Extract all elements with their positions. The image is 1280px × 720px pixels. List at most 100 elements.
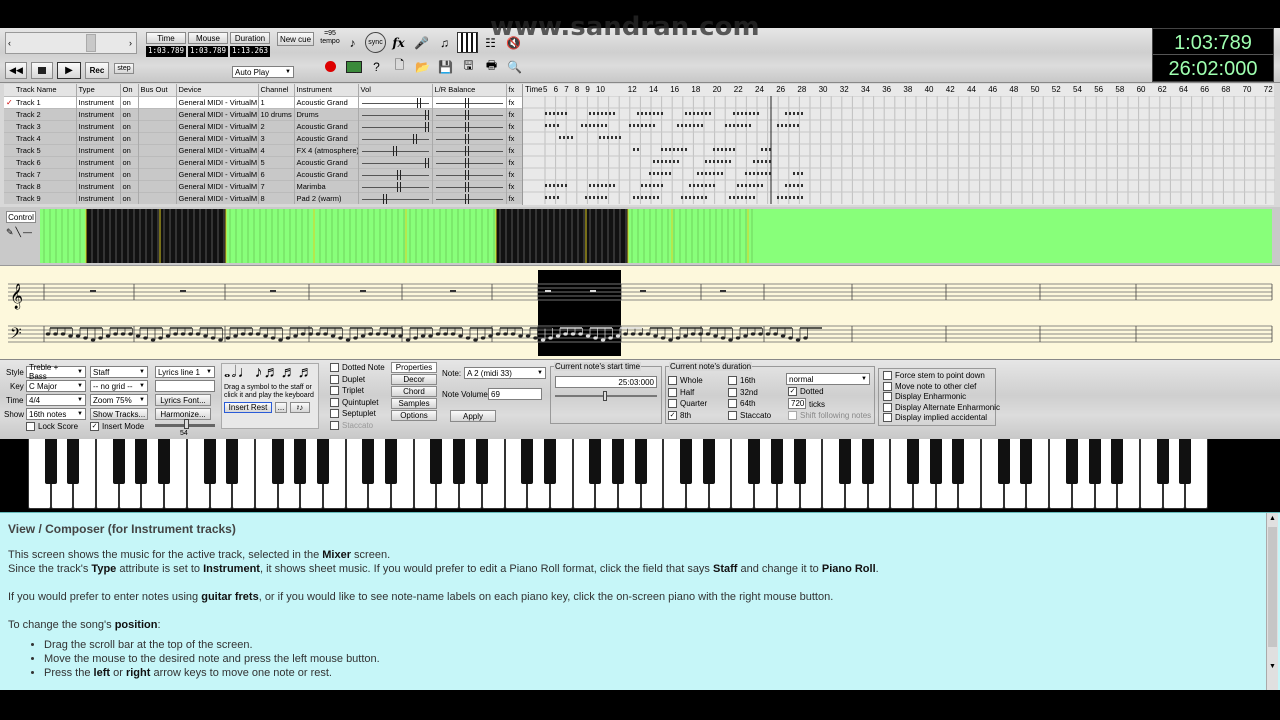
- bass-note-head[interactable]: [698, 332, 703, 336]
- bass-note-head[interactable]: [765, 332, 771, 336]
- track-bus-out[interactable]: [138, 108, 177, 120]
- bass-note-head[interactable]: [458, 334, 463, 338]
- bass-note-head[interactable]: [510, 332, 516, 336]
- staff-notation[interactable]: 𝄞𝄢: [0, 266, 1280, 360]
- track-row[interactable]: Track 3 Instrument on General MIDI - Virtua…: [4, 120, 522, 132]
- note-option-box[interactable]: [330, 409, 339, 419]
- track-on[interactable]: on: [120, 132, 139, 144]
- quarter-note-icon[interactable]: ♩: [237, 364, 253, 382]
- start-time-slider-thumb[interactable]: [603, 391, 607, 401]
- display-option[interactable]: Display Alternate Enharmonic: [883, 403, 1000, 414]
- stop-button[interactable]: [31, 62, 53, 79]
- bass-note-head[interactable]: [345, 338, 351, 342]
- bass-note-head[interactable]: [248, 332, 253, 336]
- bass-note-head[interactable]: [480, 336, 486, 340]
- track-row[interactable]: Track 4 Instrument on General MIDI - Virtua…: [4, 132, 522, 144]
- bass-note-head[interactable]: [623, 332, 628, 336]
- piano-black-key[interactable]: [793, 439, 806, 484]
- tempo-button[interactable]: =95 tempo: [319, 30, 341, 54]
- duration-option-box[interactable]: [728, 376, 737, 386]
- track-channel[interactable]: 10 drums: [258, 108, 295, 120]
- track-name-cell[interactable]: Track 7: [4, 168, 77, 180]
- speaker-icon[interactable]: 🔇: [503, 32, 524, 53]
- piano-black-key[interactable]: [907, 439, 919, 484]
- bass-note-head[interactable]: [330, 334, 336, 338]
- track-volume-slider[interactable]: [358, 192, 433, 204]
- bass-note-head[interactable]: [758, 332, 763, 336]
- piano-black-key[interactable]: [838, 439, 851, 484]
- bass-note-head[interactable]: [173, 332, 178, 336]
- bass-note-head[interactable]: [615, 334, 621, 338]
- track-volume-slider[interactable]: [358, 144, 433, 156]
- piano-black-key[interactable]: [929, 439, 942, 484]
- bass-note-head[interactable]: [315, 332, 321, 336]
- track-channel[interactable]: 5: [258, 156, 295, 168]
- track-type[interactable]: Instrument: [76, 180, 121, 192]
- track-instrument[interactable]: Acoustic Grand: [294, 120, 359, 132]
- piano-black-key[interactable]: [702, 439, 715, 484]
- col-on[interactable]: On: [120, 84, 139, 96]
- bass-note-head[interactable]: [570, 332, 576, 336]
- on-screen-piano[interactable]: [28, 439, 1208, 511]
- piano-black-key[interactable]: [362, 439, 375, 484]
- display-option[interactable]: Display Enharmonic: [883, 392, 991, 403]
- rewind-button[interactable]: ◀◀: [5, 62, 27, 79]
- volume-thumb[interactable]: [424, 121, 429, 132]
- control-button[interactable]: Control: [6, 211, 36, 223]
- bass-note-head[interactable]: [150, 338, 156, 342]
- track-name-cell[interactable]: Track 8: [4, 180, 77, 192]
- new-file-icon[interactable]: 🗋: [389, 56, 410, 77]
- track-fx[interactable]: fx: [506, 96, 522, 108]
- shift-following-checkbox[interactable]: Shift following notes: [788, 411, 871, 421]
- track-instrument[interactable]: Acoustic Grand: [294, 168, 359, 180]
- piano-black-key[interactable]: [203, 439, 216, 484]
- track-on[interactable]: on: [120, 144, 139, 156]
- piano-black-key[interactable]: [158, 439, 171, 484]
- display-option-box[interactable]: [883, 381, 892, 391]
- panel-tab[interactable]: Properties: [391, 362, 437, 373]
- track-row[interactable]: Track 6 Instrument on General MIDI - Virtua…: [4, 156, 522, 168]
- rest-symbols-button[interactable]: 𝄽♪: [290, 402, 310, 413]
- track-channel[interactable]: 8: [258, 192, 295, 204]
- piano-black-key[interactable]: [475, 439, 488, 484]
- bass-note-head[interactable]: [195, 332, 201, 336]
- track-balance-slider[interactable]: [432, 144, 507, 156]
- track-balance-slider[interactable]: [432, 168, 507, 180]
- zoom-icon[interactable]: 🔍: [504, 56, 525, 77]
- bass-note-head[interactable]: [135, 334, 141, 338]
- bass-note-head[interactable]: [645, 332, 651, 336]
- more-button[interactable]: ...: [275, 402, 287, 413]
- bass-note-head[interactable]: [270, 336, 276, 340]
- track-instrument[interactable]: Pad 2 (warm): [294, 192, 359, 204]
- col-device[interactable]: Device: [176, 84, 259, 96]
- col-balance[interactable]: L/R Balance: [432, 84, 507, 96]
- track-type[interactable]: Instrument: [76, 108, 121, 120]
- sync-icon[interactable]: sync: [365, 32, 386, 53]
- piano-black-key[interactable]: [1111, 439, 1124, 484]
- bass-note-head[interactable]: [428, 334, 433, 338]
- track-name-cell[interactable]: Track 6: [4, 156, 77, 168]
- balance-thumb[interactable]: [464, 145, 469, 156]
- piano-black-key[interactable]: [1156, 439, 1169, 484]
- piano-black-key[interactable]: [430, 439, 443, 484]
- note-option-checkbox[interactable]: Staccato: [330, 421, 388, 433]
- volume-thumb[interactable]: [392, 145, 397, 156]
- bass-note-head[interactable]: [503, 332, 508, 336]
- bass-note-head[interactable]: [210, 336, 216, 340]
- bass-note-head[interactable]: [533, 336, 538, 340]
- bass-note-head[interactable]: [165, 334, 171, 338]
- bass-note-head[interactable]: [120, 332, 126, 336]
- bass-note-head[interactable]: [465, 336, 471, 340]
- help-scrollbar[interactable]: ▲ ▼: [1266, 513, 1278, 690]
- bass-note-head[interactable]: [585, 334, 591, 338]
- track-on[interactable]: on: [120, 108, 139, 120]
- bass-note-head[interactable]: [638, 332, 643, 336]
- piano-black-key[interactable]: [44, 439, 57, 484]
- open-folder-icon[interactable]: 📂: [412, 56, 433, 77]
- ticks-input[interactable]: 720: [788, 398, 806, 409]
- dotted-box[interactable]: ✓: [788, 387, 797, 397]
- piano-black-key[interactable]: [861, 439, 874, 484]
- bass-note-head[interactable]: [780, 334, 786, 338]
- sixtyfourth-note-icon[interactable]: ♬: [297, 364, 313, 382]
- scroll-up-icon[interactable]: ▲: [1269, 515, 1276, 522]
